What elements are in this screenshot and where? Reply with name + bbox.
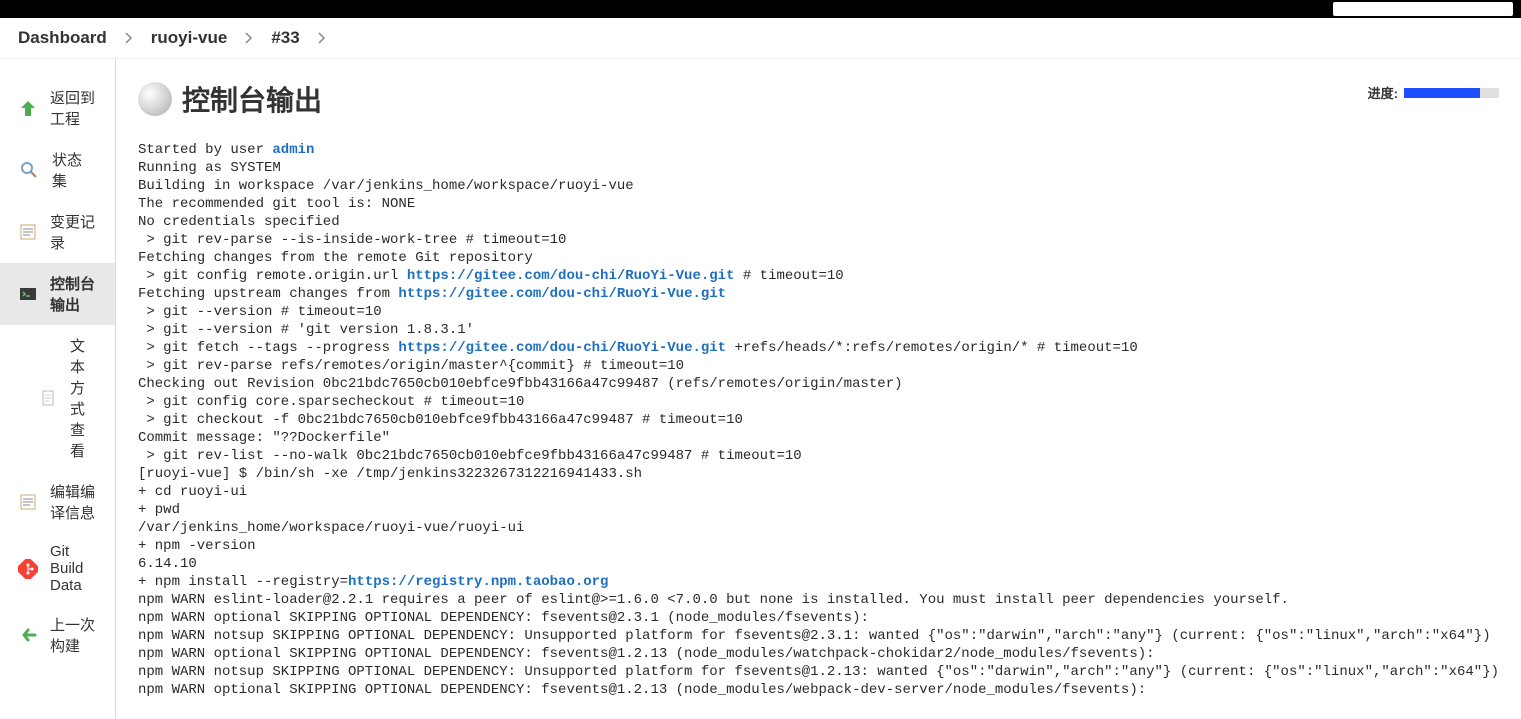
console-line: > git config core.sparsecheckout # timeo… <box>138 394 524 410</box>
sidebar-item-label: 状态集 <box>52 149 97 191</box>
crumb-project[interactable]: ruoyi-vue <box>151 28 228 48</box>
breadcrumb: Dashboard ruoyi-vue #33 <box>0 18 1521 59</box>
console-line: [ruoyi-vue] $ /bin/sh -xe /tmp/jenkins32… <box>138 466 642 482</box>
sidebar-item-git[interactable]: Git Build Data <box>0 533 115 604</box>
console-line: > git rev-list --no-walk 0bc21bdc7650cb0… <box>138 448 802 464</box>
console-line: npm WARN eslint-loader@2.2.1 requires a … <box>138 592 1289 608</box>
left-arrow-icon <box>18 624 38 646</box>
sidebar-item-prev[interactable]: 上一次构建 <box>0 604 115 666</box>
page-header: 控制台输出 <box>138 79 1499 119</box>
main-content: 进度: 控制台输出 Started by user admin Running … <box>116 59 1521 719</box>
progress-bar[interactable] <box>1404 88 1499 98</box>
sidebar-item-label: 上一次构建 <box>50 614 97 656</box>
git-url-link[interactable]: https://gitee.com/dou-chi/RuoYi-Vue.git <box>398 286 726 302</box>
console-line: > git rev-parse refs/remotes/origin/mast… <box>138 358 684 374</box>
search-input[interactable] <box>1333 2 1513 16</box>
sidebar-item-edit[interactable]: 编辑编译信息 <box>0 471 115 533</box>
console-line: No credentials specified <box>138 214 340 230</box>
search-icon <box>18 159 40 181</box>
console-line: /var/jenkins_home/workspace/ruoyi-vue/ru… <box>138 520 524 536</box>
console-line: Running as SYSTEM <box>138 160 281 176</box>
notes-icon <box>18 221 38 243</box>
console-line: + pwd <box>138 502 180 518</box>
sidebar-item-console[interactable]: 控制台输出 <box>0 263 115 325</box>
chevron-right-icon <box>125 32 133 44</box>
header-bar <box>0 0 1521 18</box>
console-line: > git --version # 'git version 1.8.3.1' <box>138 322 474 338</box>
console-line: > git checkout -f 0bc21bdc7650cb010ebfce… <box>138 412 743 428</box>
sidebar: 返回到工程 状态集 变更记录 控制台输出 文本方式查看 编辑编译信息 Git B… <box>0 59 116 719</box>
sidebar-item-label: 返回到工程 <box>50 87 97 129</box>
git-url-link[interactable]: https://gitee.com/dou-chi/RuoYi-Vue.git <box>398 340 726 356</box>
console-output: Started by user admin Running as SYSTEM … <box>138 141 1499 699</box>
console-line: > git --version # timeout=10 <box>138 304 382 320</box>
up-arrow-icon <box>18 97 38 119</box>
chevron-right-icon <box>318 32 326 44</box>
console-line: > git rev-parse --is-inside-work-tree # … <box>138 232 566 248</box>
sidebar-item-label: 文本方式查看 <box>70 335 97 461</box>
page-title: 控制台输出 <box>182 79 322 119</box>
sidebar-item-label: 控制台输出 <box>50 273 97 315</box>
console-line: npm WARN notsup SKIPPING OPTIONAL DEPEND… <box>138 664 1499 680</box>
console-line: npm WARN optional SKIPPING OPTIONAL DEPE… <box>138 682 1146 698</box>
sidebar-item-changes[interactable]: 变更记录 <box>0 201 115 263</box>
sidebar-item-label: 编辑编译信息 <box>50 481 97 523</box>
status-ball-icon <box>138 82 172 116</box>
progress: 进度: <box>1368 83 1499 102</box>
git-url-link[interactable]: https://gitee.com/dou-chi/RuoYi-Vue.git <box>407 268 735 284</box>
sidebar-item-plain[interactable]: 文本方式查看 <box>0 325 115 471</box>
console-line: npm WARN optional SKIPPING OPTIONAL DEPE… <box>138 646 1155 662</box>
registry-url-link[interactable]: https://registry.npm.taobao.org <box>348 574 608 590</box>
console-line: npm WARN notsup SKIPPING OPTIONAL DEPEND… <box>138 628 1491 644</box>
crumb-dashboard[interactable]: Dashboard <box>18 28 107 48</box>
console-line: Commit message: "??Dockerfile" <box>138 430 390 446</box>
sidebar-item-back[interactable]: 返回到工程 <box>0 77 115 139</box>
console-line: Checking out Revision 0bc21bdc7650cb010e… <box>138 376 903 392</box>
console-line: Fetching changes from the remote Git rep… <box>138 250 533 266</box>
chevron-right-icon <box>245 32 253 44</box>
console-line: npm WARN optional SKIPPING OPTIONAL DEPE… <box>138 610 869 626</box>
progress-label: 进度: <box>1368 83 1398 102</box>
sidebar-item-label: 变更记录 <box>50 211 97 253</box>
console-line: + cd ruoyi-ui <box>138 484 247 500</box>
document-icon <box>38 387 58 409</box>
console-line: The recommended git tool is: NONE <box>138 196 415 212</box>
console-line: 6.14.10 <box>138 556 197 572</box>
console-line: Building in workspace /var/jenkins_home/… <box>138 178 634 194</box>
terminal-icon <box>18 283 38 305</box>
user-link[interactable]: admin <box>272 142 314 158</box>
sidebar-item-status[interactable]: 状态集 <box>0 139 115 201</box>
sidebar-item-label: Git Build Data <box>50 543 97 594</box>
crumb-build[interactable]: #33 <box>271 28 299 48</box>
notes-icon <box>18 491 38 513</box>
git-icon <box>18 558 38 580</box>
console-line: + npm -version <box>138 538 256 554</box>
